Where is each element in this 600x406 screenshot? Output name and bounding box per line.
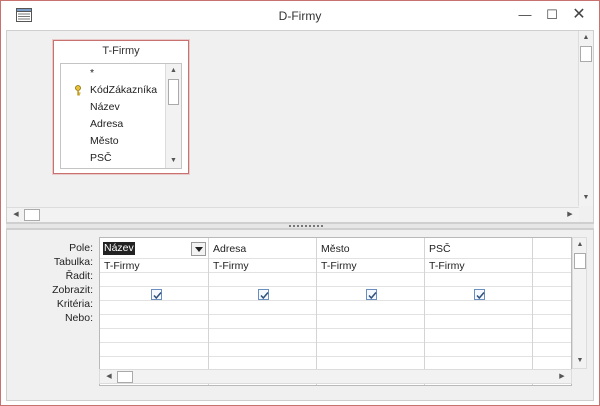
show-checkbox[interactable]	[151, 289, 162, 300]
scroll-down-icon[interactable]: ▼	[579, 191, 593, 205]
field-list-item[interactable]: Adresa	[61, 116, 165, 133]
field-label: Adresa	[90, 118, 124, 130]
title-bar[interactable]: D-Firmy — ☐ ✕	[1, 1, 599, 30]
splitter-grip-icon[interactable]	[289, 225, 323, 227]
scroll-thumb[interactable]	[574, 253, 586, 269]
row-label-field: Pole:	[69, 242, 93, 254]
grid-column[interactable]: Adresa T-Firmy	[209, 238, 317, 385]
field-list-item[interactable]: Město	[61, 133, 165, 150]
field-label: Název	[90, 101, 120, 113]
row-label-table: Tabulka:	[53, 256, 93, 268]
row-label-criteria: Kritéria:	[56, 298, 93, 310]
query-design-window: D-Firmy — ☐ ✕ T-Firmy * KódZákazníka Náz…	[0, 0, 600, 406]
table-cell[interactable]: T-Firmy	[429, 259, 465, 273]
scroll-left-icon[interactable]: ◀	[102, 370, 116, 384]
scroll-left-icon[interactable]: ◀	[9, 208, 23, 222]
field-label: KódZákazníka	[90, 84, 158, 96]
design-grid[interactable]: Název T-Firmy Adresa T-Firmy Město T-Fir…	[99, 237, 572, 386]
scroll-up-icon[interactable]: ▲	[166, 64, 181, 78]
table-cell[interactable]: T-Firmy	[213, 259, 249, 273]
grid-column[interactable]: Název T-Firmy	[100, 238, 209, 385]
table-field-list-title[interactable]: T-Firmy	[54, 41, 188, 61]
field-label: *	[90, 67, 95, 79]
window-title: D-Firmy	[278, 9, 322, 23]
scroll-right-icon[interactable]: ▶	[555, 370, 569, 384]
field-label: PSČ	[90, 152, 112, 164]
scroll-down-icon[interactable]: ▼	[166, 154, 181, 168]
field-cell[interactable]: Název	[103, 242, 135, 255]
scroll-right-icon[interactable]: ▶	[563, 208, 577, 222]
minimize-button[interactable]: —	[512, 4, 538, 26]
design-grid-pane: Pole: Tabulka: Řadit: Zobrazit: Kritéria…	[6, 229, 594, 401]
diagram-vertical-scrollbar[interactable]: ▲ ▼	[578, 31, 593, 206]
scroll-thumb[interactable]	[117, 371, 133, 383]
field-cell[interactable]: Město	[321, 242, 350, 256]
table-cell[interactable]: T-Firmy	[104, 259, 140, 273]
chevron-down-icon[interactable]	[191, 242, 206, 256]
close-button[interactable]: ✕	[566, 4, 592, 26]
table-cell[interactable]: T-Firmy	[321, 259, 357, 273]
field-list-item[interactable]: Název	[61, 99, 165, 116]
show-checkbox[interactable]	[474, 289, 485, 300]
row-label-sort: Řadit:	[65, 270, 93, 282]
table-diagram-pane[interactable]: T-Firmy * KódZákazníka Název Adresa Měst…	[6, 30, 594, 223]
field-list[interactable]: * KódZákazníka Název Adresa Město PSČ ▲ …	[60, 63, 182, 169]
grid-column[interactable]	[533, 238, 571, 385]
primary-key-icon	[73, 85, 83, 96]
row-label-show: Zobrazit:	[52, 284, 93, 296]
grid-column[interactable]: Město T-Firmy	[317, 238, 425, 385]
maximize-button[interactable]: ☐	[539, 4, 565, 26]
grid-column[interactable]: PSČ T-Firmy	[425, 238, 533, 385]
row-label-or: Nebo:	[64, 312, 93, 324]
scroll-up-icon[interactable]: ▲	[573, 238, 587, 252]
field-list-scrollbar[interactable]: ▲ ▼	[165, 64, 181, 168]
field-label: Město	[90, 135, 119, 147]
scroll-down-icon[interactable]: ▼	[573, 354, 587, 368]
show-checkbox[interactable]	[258, 289, 269, 300]
field-list-item[interactable]: PSČ	[61, 150, 165, 167]
grid-vertical-scrollbar[interactable]: ▲ ▼	[572, 237, 587, 369]
field-list-item[interactable]: *	[61, 65, 165, 82]
table-field-list[interactable]: T-Firmy * KódZákazníka Název Adresa Měst…	[53, 40, 189, 174]
scroll-thumb[interactable]	[24, 209, 40, 221]
field-cell[interactable]: Adresa	[213, 242, 246, 256]
diagram-horizontal-scrollbar[interactable]: ◀ ▶	[7, 207, 579, 222]
show-checkbox[interactable]	[366, 289, 377, 300]
scroll-thumb[interactable]	[580, 46, 592, 62]
field-cell[interactable]: PSČ	[429, 242, 451, 256]
field-list-item[interactable]: KódZákazníka	[61, 82, 165, 99]
scroll-up-icon[interactable]: ▲	[579, 31, 593, 45]
scroll-thumb[interactable]	[168, 79, 179, 105]
grid-horizontal-scrollbar[interactable]: ◀ ▶	[99, 369, 572, 384]
